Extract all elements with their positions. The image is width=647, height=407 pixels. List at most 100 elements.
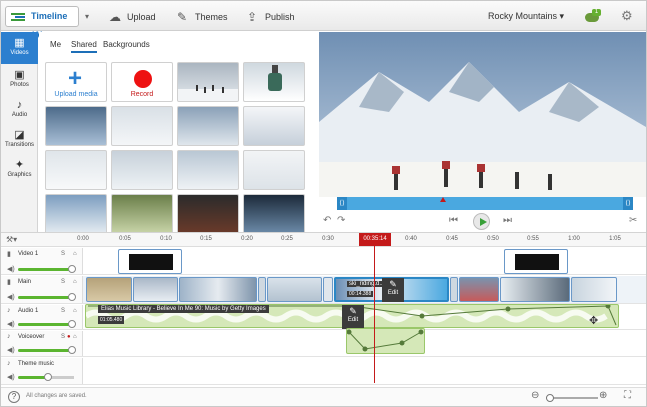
speaker-icon[interactable]: ◀) [7,346,15,354]
media-thumbnail[interactable] [111,150,173,190]
solo-toggle[interactable]: S [61,279,65,285]
solo-toggle[interactable]: S [61,308,65,314]
gear-icon[interactable]: ⚙ [621,8,633,24]
video-clip[interactable] [267,277,322,302]
lock-icon[interactable]: ⌂ [73,279,77,285]
tab-me[interactable]: Me [50,40,61,49]
zoom-in-icon[interactable]: ⊕ [599,390,607,401]
speaker-icon[interactable]: ◀) [7,373,15,381]
media-thumbnail[interactable] [111,106,173,146]
nav-audio[interactable]: ♪ Audio [1,94,38,126]
volume-slider[interactable] [18,265,76,273]
track-header: ▮ Main S ⌂ ◀) [1,276,83,303]
microphone-icon[interactable]: ● [67,334,71,340]
title-clip[interactable] [118,249,182,274]
video-clip[interactable] [86,277,132,302]
project-selector[interactable]: Rocky Mountains ▾ [488,11,564,22]
nav-photos-label: Photos [10,82,29,88]
volume-slider[interactable] [18,293,76,301]
track-header: ♪ Theme music ◀) [1,358,83,384]
transition-clip[interactable] [323,277,333,302]
speaker-icon[interactable]: ◀) [7,265,15,273]
media-thumbnail[interactable] [45,194,107,232]
tools-icon[interactable]: ⚒▾ [6,235,17,244]
media-thumbnail[interactable] [45,150,107,190]
solo-toggle[interactable]: S [61,334,65,340]
nav-videos[interactable]: ▦ Videos [1,32,38,64]
transition-clip[interactable] [258,277,266,302]
video-clip[interactable] [179,277,257,302]
photo-icon: ▣ [14,69,25,81]
transition-clip[interactable] [450,277,458,302]
undo-icon[interactable]: ↶ [323,215,331,226]
media-thumbnail[interactable] [243,194,305,232]
save-status: All changes are saved. [26,393,87,399]
video-clip[interactable] [133,277,178,302]
media-thumbnail[interactable] [177,150,239,190]
playhead-time[interactable]: 00:35:14 [359,233,391,246]
voiceover-envelope[interactable] [346,329,424,353]
lock-icon[interactable]: ⌂ [73,308,77,314]
video-clip[interactable] [571,277,617,302]
trim-start-handle[interactable]: ⟨⟩ [337,197,347,210]
video-clip[interactable] [459,277,499,302]
lock-icon[interactable]: ⌂ [73,334,77,340]
nav-transitions[interactable]: ◪ Transitions [1,124,38,156]
fit-to-screen-icon[interactable]: ⛶ [624,390,631,401]
trim-bar[interactable]: ⟨⟩ ⟨⟩ [337,197,633,210]
volume-slider[interactable] [18,373,74,381]
status-bar: ? All changes are saved. ⊖ ⊕ ⛶ [1,387,646,406]
preview-playhead-marker [440,197,446,202]
time-ruler[interactable]: ⚒▾ 0:00 0:05 0:10 0:15 0:20 0:25 0:30 0:… [1,233,646,247]
film-icon: ▦ [14,37,25,49]
record-button[interactable]: Record [111,62,173,102]
solo-toggle[interactable]: S [61,251,65,257]
media-thumbnail[interactable] [177,106,239,146]
redo-icon[interactable]: ↷ [337,215,345,226]
voiceover-clip[interactable] [346,328,425,354]
video-clip[interactable] [500,277,570,302]
timeline-menu-button[interactable]: Timeline (A) [5,6,79,40]
edit-clip-button[interactable]: ✎ Edit [382,278,404,302]
playback-controls: ↶ ↷ ⏮ ⏭ ✂ [319,212,646,232]
zoom-out-icon[interactable]: ⊖ [531,390,539,401]
upload-media-button[interactable]: + Upload media [45,62,107,102]
themes-button[interactable]: ✎ Themes [177,10,228,24]
nav-graphics[interactable]: ✦ Graphics [1,154,38,186]
help-icon[interactable]: ? [8,391,20,403]
skip-forward-icon[interactable]: ⏭ [503,215,512,226]
volume-slider[interactable] [18,346,76,354]
speaker-icon[interactable]: ◀) [7,320,15,328]
chevron-down-icon[interactable]: ▾ [85,12,89,21]
film-icon: ▮ [7,251,11,258]
edit-audio-button[interactable]: ✎ Edit [342,305,364,329]
scissors-icon[interactable]: ✂ [629,215,637,226]
media-thumbnail[interactable] [177,194,239,232]
timeline-playhead[interactable] [374,246,375,383]
media-thumbnail[interactable] [177,62,239,102]
speaker-icon[interactable]: ◀) [7,293,15,301]
pencil-icon: ✎ [349,306,357,316]
skip-back-icon[interactable]: ⏮ [449,215,458,226]
notifications-icon[interactable]: 1 [585,9,601,23]
play-button[interactable] [473,213,490,230]
nav-photos[interactable]: ▣ Photos [1,64,38,96]
media-grid: + Upload media Record [45,62,308,232]
media-thumbnail[interactable] [243,106,305,146]
upload-button[interactable]: ☁ Upload [109,10,156,24]
zoom-slider[interactable] [546,394,598,402]
publish-button[interactable]: ⇪ Publish [247,10,295,24]
title-clip[interactable] [504,249,568,274]
tab-backgrounds[interactable]: Backgrounds [103,40,150,49]
tick-label: 0:30 [322,236,334,242]
media-thumbnail[interactable] [45,106,107,146]
media-thumbnail[interactable] [243,150,305,190]
lock-icon[interactable]: ⌂ [73,251,77,257]
skiers-thumbnail-image [178,85,238,101]
video-player[interactable] [319,32,646,197]
volume-slider[interactable] [18,320,76,328]
media-thumbnail[interactable] [111,194,173,232]
tab-shared[interactable]: Shared [71,40,97,53]
media-thumbnail[interactable] [243,62,305,102]
trim-end-handle[interactable]: ⟨⟩ [623,197,633,210]
